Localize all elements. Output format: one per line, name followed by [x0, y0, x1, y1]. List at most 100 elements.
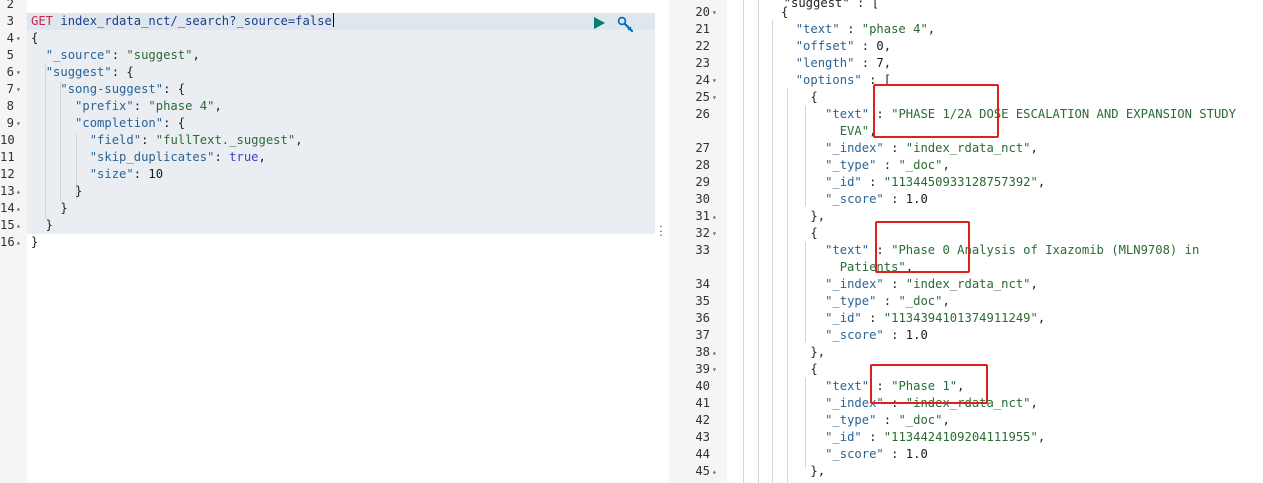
fold-expand-icon[interactable]: ▾	[712, 89, 717, 106]
code-token: "_id"	[825, 311, 862, 325]
code-token: "_type"	[825, 158, 877, 172]
code-token: "song-suggest"	[60, 82, 164, 96]
fold-expand-icon[interactable]: ▾	[16, 64, 21, 81]
fold-collapse-icon[interactable]: ▴	[712, 463, 717, 480]
line-number: 34	[695, 277, 710, 291]
code-token: "suggest"	[45, 65, 112, 79]
code-token: "text"	[795, 22, 840, 36]
code-token: ,	[214, 99, 222, 113]
line-number: 29	[695, 175, 710, 189]
code-token: :	[876, 413, 899, 427]
code-text: GET index_rdata_nct/_search?_source=fals…	[31, 13, 334, 30]
code-token: :	[854, 56, 877, 70]
fold-collapse-icon[interactable]: ▴	[16, 200, 21, 217]
code-token: "_score"	[825, 328, 884, 342]
code-token: 7	[876, 56, 884, 70]
response-clipped-top-line: "suggest" : [	[769, 0, 880, 10]
response-line: 34 "_index" : "index_rdata_nct",	[669, 276, 1263, 293]
line-number: 45	[695, 464, 710, 478]
line-number: 41	[695, 396, 710, 410]
code-text: {	[737, 225, 817, 242]
fold-expand-icon[interactable]: ▾	[16, 81, 21, 98]
request-editor[interactable]: 2 3 GET index_rdata_nct/_search?_source=fa…	[0, 0, 655, 483]
code-text: "_score" : 1.0	[737, 446, 928, 463]
code-token: "options"	[795, 73, 862, 87]
play-icon	[594, 17, 605, 29]
code-token: }	[31, 201, 68, 215]
code-text: "options" : [	[737, 72, 891, 89]
code-token: :	[861, 430, 884, 444]
fold-expand-icon[interactable]: ▾	[712, 225, 717, 242]
line-number: 3	[6, 14, 14, 28]
code-token: ,	[1037, 175, 1046, 189]
request-line: 10 "field": "fullText._suggest",	[0, 132, 655, 149]
code-token: true	[229, 150, 259, 164]
fold-collapse-icon[interactable]: ▴	[16, 234, 21, 251]
code-text: "size": 10	[31, 166, 163, 183]
code-token: ,	[927, 22, 936, 36]
code-text: {	[737, 361, 817, 378]
fold-collapse-icon[interactable]: ▴	[16, 217, 21, 234]
divider-drag-handle-icon[interactable]: · · ·	[659, 221, 663, 241]
fold-collapse-icon[interactable]: ▴	[16, 183, 21, 200]
code-token: ,	[192, 48, 200, 62]
response-line: 36 "_id" : "1134394101374911249",	[669, 310, 1263, 327]
code-token: "_type"	[825, 413, 877, 427]
code-text: },	[737, 208, 825, 225]
code-token: : {	[163, 82, 186, 96]
response-line: 43 "_id" : "1134424109204111955",	[669, 429, 1263, 446]
code-text: "completion": {	[31, 115, 185, 132]
code-token: "_doc"	[898, 413, 943, 427]
line-number: 32	[695, 226, 710, 240]
code-text: },	[737, 463, 825, 480]
line-number: 43	[695, 430, 710, 444]
code-token: ,	[942, 158, 950, 172]
fold-expand-icon[interactable]: ▾	[16, 115, 21, 132]
fold-collapse-icon[interactable]: ▴	[712, 208, 717, 225]
code-token: :	[854, 39, 877, 53]
code-token: ,	[1037, 311, 1046, 325]
code-text: }	[31, 234, 38, 251]
code-token: "_index"	[825, 277, 884, 291]
code-token: :	[883, 328, 906, 342]
code-token: },	[737, 464, 826, 478]
fold-expand-icon[interactable]: ▾	[712, 72, 717, 89]
code-text: "song-suggest": {	[31, 81, 185, 98]
code-text: "_id" : "1134394101374911249",	[737, 310, 1045, 327]
code-text: "_index" : "index_rdata_nct",	[737, 276, 1038, 293]
code-token: ,	[1037, 430, 1046, 444]
code-token: :	[861, 175, 884, 189]
code-text: "_index" : "index_rdata_nct",	[737, 140, 1038, 157]
code-token: "_id"	[825, 430, 862, 444]
code-text: "_type" : "_doc",	[737, 157, 950, 174]
code-token: "phase 4"	[148, 99, 215, 113]
code-token: 1.0	[905, 447, 928, 461]
fold-collapse-icon[interactable]: ▴	[712, 344, 717, 361]
line-number: 33	[695, 243, 710, 257]
run-request-button[interactable]	[591, 15, 607, 31]
fold-expand-icon[interactable]: ▾	[712, 361, 717, 378]
highlight-box-phase-1-2a	[873, 84, 999, 138]
request-line: 14 ▴ }	[0, 200, 655, 217]
code-token: "suggest"	[126, 48, 193, 62]
code-token: :	[214, 150, 230, 164]
code-token: "_type"	[825, 294, 877, 308]
code-token: 0	[876, 39, 884, 53]
code-text: "_source": "suggest",	[31, 47, 200, 64]
fold-expand-icon[interactable]: ▾	[16, 30, 21, 47]
request-line: 5 "_source": "suggest",	[0, 47, 655, 64]
code-token: {	[737, 90, 818, 104]
code-token: ,	[295, 133, 303, 147]
line-number: 15	[0, 218, 15, 232]
response-line: 45 ▴ },	[669, 463, 1263, 480]
code-token: "1134450933128757392"	[883, 175, 1038, 189]
request-settings-button[interactable]	[617, 16, 635, 34]
